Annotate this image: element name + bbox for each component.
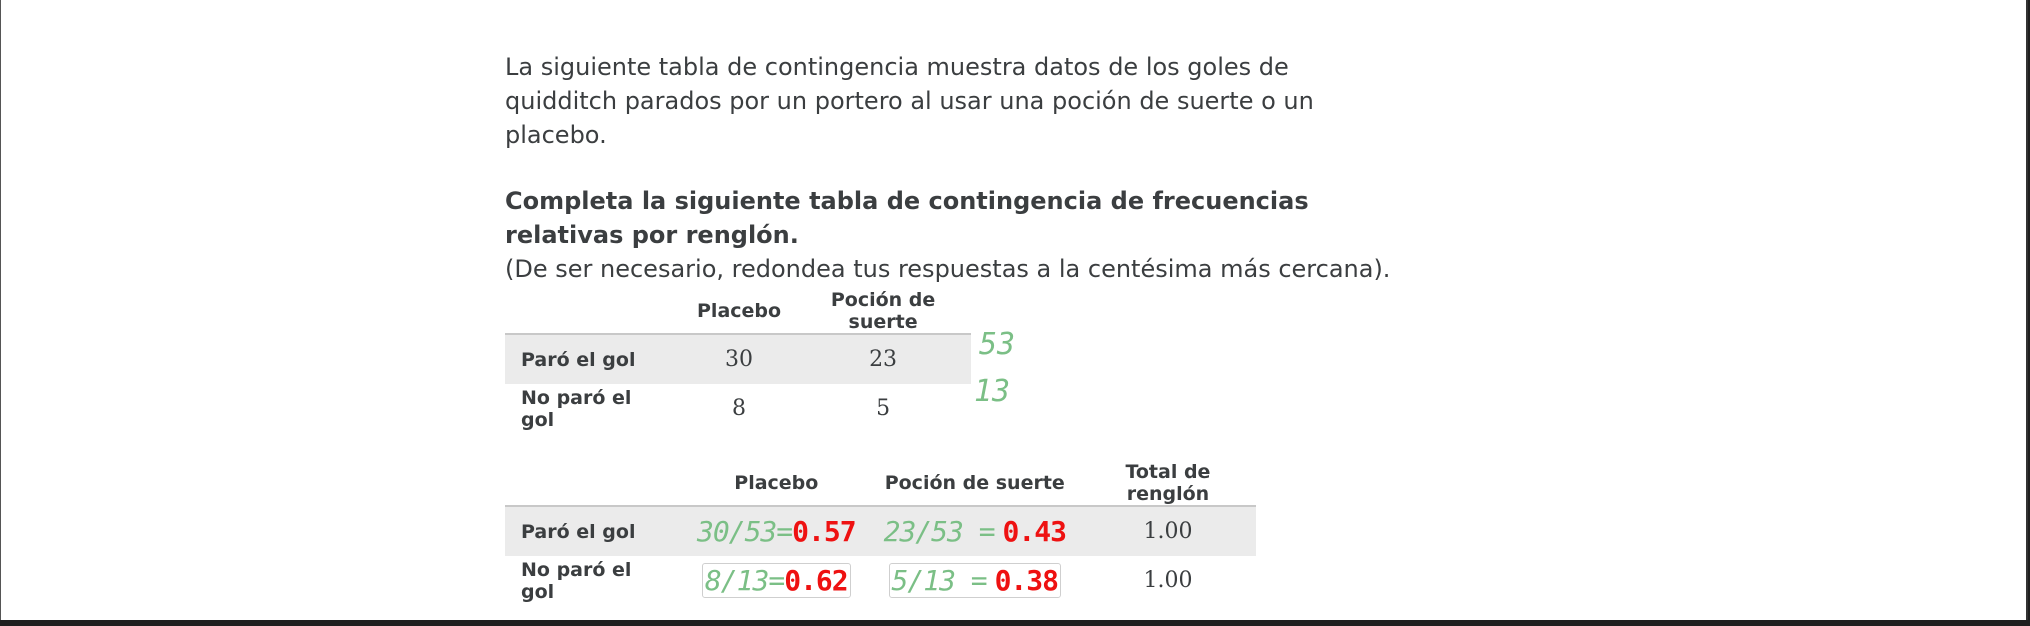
cell-value: 8 — [732, 396, 747, 421]
relative-frequency-table: Placebo Poción de suerte Total de rengló… — [505, 461, 1256, 605]
column-header-placebo: Placebo — [683, 289, 796, 335]
handwritten-row-total-2: 13 — [974, 374, 1011, 409]
column-header-total: Total de renglón — [1079, 461, 1256, 507]
row-label: No paró el gol — [521, 558, 632, 603]
row-label: No paró el gol — [521, 386, 632, 431]
row-total: 1.00 — [1143, 568, 1193, 593]
row-label: Paró el gol — [505, 506, 683, 556]
corner-cell — [505, 461, 683, 507]
table-row: No paró el gol 8/13=0.62 5/13 = 0.38 1.0… — [505, 556, 1256, 605]
row-total: 1.00 — [1079, 506, 1256, 556]
exercise-page: La siguiente tabla de contingencia muest… — [0, 0, 2028, 620]
handwritten-work: 8/13= — [704, 564, 785, 597]
answer-cell[interactable]: 23/53 = 0.43 — [869, 506, 1080, 556]
column-header-placebo: Placebo — [683, 461, 870, 507]
corner-cell — [505, 289, 683, 335]
instruction-text: Completa la siguiente tabla de contingen… — [505, 187, 1309, 249]
intro-text: La siguiente tabla de contingencia muest… — [505, 53, 1314, 149]
answer-input-box[interactable]: 8/13=0.62 — [701, 563, 851, 598]
relative-header-row: Placebo Poción de suerte Total de rengló… — [505, 461, 1256, 507]
cell-value: 23 — [795, 334, 972, 384]
handwritten-answer: 0.62 — [784, 564, 848, 597]
table-row: Paró el gol 30 23 — [505, 334, 972, 384]
contingency-header-row: Placebo Poción de suerte — [505, 289, 972, 335]
handwritten-work: 23/53 = — [883, 515, 996, 548]
rounding-note: (De ser necesario, redondea tus respuest… — [505, 255, 1391, 283]
handwritten-answer: 0.57 — [792, 515, 856, 548]
row-label: Paró el gol — [505, 334, 683, 384]
answer-cell[interactable]: 30/53=0.57 — [683, 506, 870, 556]
cell-value: 30 — [683, 334, 796, 384]
table-row: No paró el gol 8 5 — [505, 384, 971, 433]
handwritten-work: 5/13 = — [891, 564, 988, 597]
handwritten-answer: 0.43 — [1002, 515, 1067, 548]
answer-cell[interactable]: 8/13=0.62 — [683, 556, 870, 605]
column-header-pocion: Poción de suerte — [795, 289, 972, 335]
handwritten-answer: 0.38 — [994, 564, 1059, 597]
answer-input-box[interactable]: 5/13 = 0.38 — [888, 563, 1062, 598]
cell-value: 5 — [876, 396, 891, 421]
handwritten-row-total-1: 53 — [979, 327, 1016, 362]
contingency-table: Placebo Poción de suerte Paró el gol 30 … — [505, 289, 972, 433]
exercise-content: La siguiente tabla de contingencia muest… — [505, 50, 1405, 286]
column-header-pocion: Poción de suerte — [869, 461, 1080, 507]
answer-cell[interactable]: 5/13 = 0.38 — [870, 556, 1080, 605]
handwritten-work: 30/53= — [697, 515, 793, 548]
table-row: Paró el gol 30/53=0.57 23/53 = 0.43 1.00 — [505, 506, 1256, 556]
